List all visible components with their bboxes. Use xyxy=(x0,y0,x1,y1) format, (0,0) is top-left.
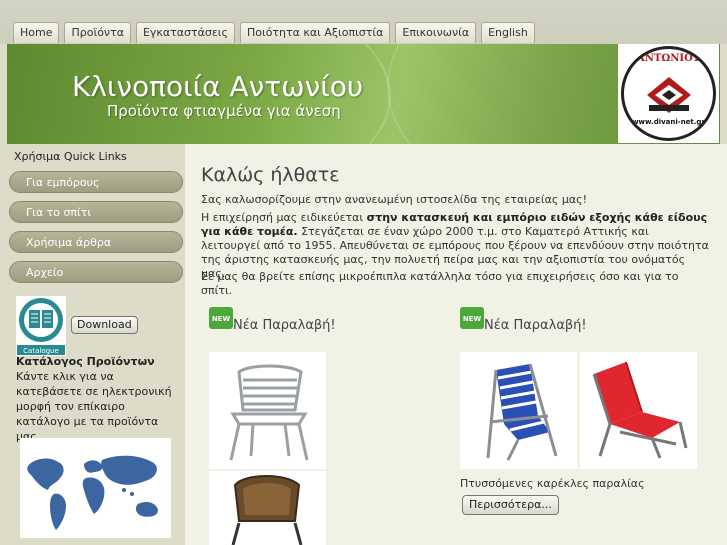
main-nav: Home Προϊόντα Εγκαταστάσεις Ποιότητα και… xyxy=(13,22,535,43)
page-title: Καλώς ήλθατε xyxy=(201,164,340,186)
nav-home[interactable]: Home xyxy=(13,22,60,43)
description-text: Η επιχείρησή μας ειδικεύεται xyxy=(201,211,367,224)
chair-icon xyxy=(209,352,326,469)
logo-diamond-icon xyxy=(647,77,691,113)
new-badge-icon: NEW xyxy=(209,307,233,329)
product-image-metal-chair[interactable] xyxy=(209,352,326,469)
sidebar: Χρήσιμα Quick Links Για εμπόρους Για το … xyxy=(7,144,185,545)
logo-name: ΑΝΤΩΝΙΟΥ xyxy=(637,53,700,64)
sidebar-item-home[interactable]: Για το σπίτι xyxy=(9,201,183,223)
nav-products[interactable]: Προϊόντα xyxy=(64,22,131,43)
logo-url: www.divani-net.gr xyxy=(632,118,705,126)
logo-emblem: ΑΝΤΩΝΙΟΥ www.divani-net.gr xyxy=(621,46,716,141)
beach-chair-icon xyxy=(460,352,577,469)
nav-facilities[interactable]: Εγκαταστάσεις xyxy=(135,22,235,43)
new-badge-icon: NEW xyxy=(460,307,484,329)
nav-contact[interactable]: Επικοινωνία xyxy=(395,22,477,43)
quicklinks-title: Χρήσιμα Quick Links xyxy=(14,150,127,163)
catalogue-icon[interactable]: Catalogue xyxy=(16,296,66,356)
company-logo[interactable]: ΑΝΤΩΝΙΟΥ www.divani-net.gr xyxy=(618,44,719,143)
chair-icon xyxy=(209,471,326,545)
sidebar-item-articles[interactable]: Χρήσιμα άρθρα xyxy=(9,231,183,253)
site-title: Κλινοποιία Αντωνίου xyxy=(72,70,364,103)
nav-english[interactable]: English xyxy=(481,22,535,43)
catalogue-icon-label: Catalogue xyxy=(23,347,59,355)
download-button[interactable]: Download xyxy=(71,316,138,334)
sidebar-item-merchants[interactable]: Για εμπόρους xyxy=(9,171,183,193)
site-subtitle: Προϊόντα φτιαγμένα για άνεση xyxy=(107,102,341,120)
main-content: Καλώς ήλθατε Σας καλωσορίζουμε στην αναν… xyxy=(185,144,727,545)
header-banner: Κλινοποιία Αντωνίου Προϊόντα φτιαγμένα γ… xyxy=(7,44,720,144)
product-image-red-beach-chair[interactable] xyxy=(580,352,697,469)
promo-title-right: Νέα Παραλαβή! xyxy=(484,318,587,333)
promo-title-left: Νέα Παραλαβή! xyxy=(233,318,336,333)
catalogue-description: Κάντε κλικ για να κατεβάσετε σε ηλεκτρον… xyxy=(16,370,172,443)
new-badge-label: NEW xyxy=(463,315,482,323)
new-badge-label: NEW xyxy=(212,315,231,323)
book-icon: Catalogue xyxy=(16,296,66,356)
intro-text: Σας καλωσορίζουμε στην ανανεωμένη ιστοσε… xyxy=(201,193,587,206)
product-caption: Πτυσσόμενες καρέκλες παραλίας xyxy=(460,477,645,490)
world-map xyxy=(20,438,171,538)
world-map-icon xyxy=(20,438,171,538)
product-image-wicker-chair[interactable] xyxy=(209,471,326,545)
product-image-blue-beach-chair[interactable] xyxy=(460,352,577,469)
furniture-note: Σε μας θα βρείτε επίσης μικροέπιπλα κατά… xyxy=(201,270,679,297)
catalogue-title: Κατάλογος Προϊόντων xyxy=(16,355,155,368)
nav-quality[interactable]: Ποιότητα και Αξιοπιστία xyxy=(239,22,391,43)
beach-chair-icon xyxy=(580,352,697,469)
top-bar: Home Προϊόντα Εγκαταστάσεις Ποιότητα και… xyxy=(0,0,727,44)
sidebar-item-archive[interactable]: Αρχείο xyxy=(9,261,183,283)
more-button[interactable]: Περισσότερα... xyxy=(462,495,559,515)
